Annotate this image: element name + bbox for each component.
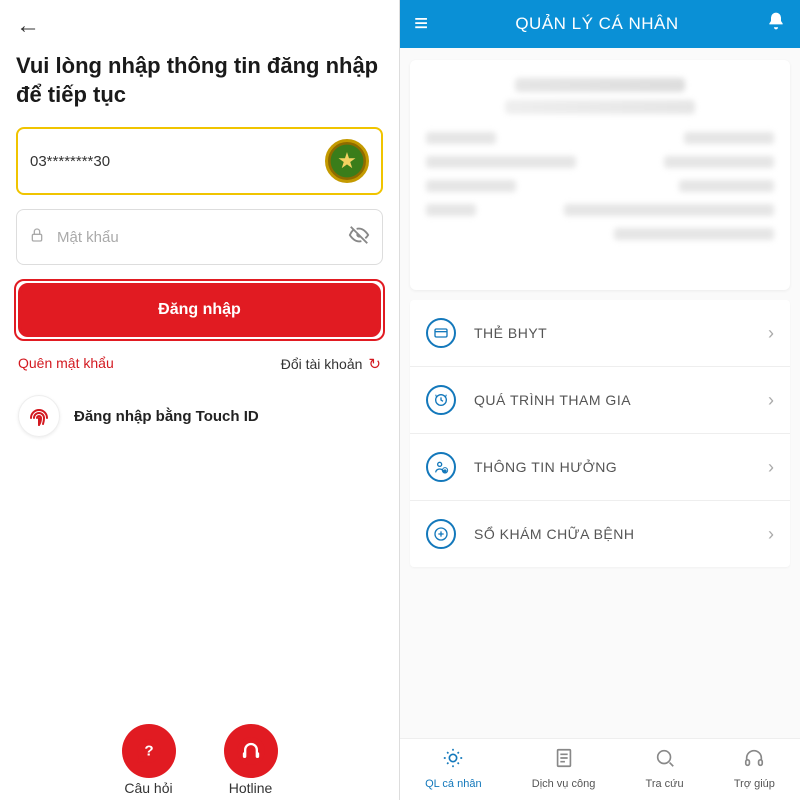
tab-lookup[interactable]: Tra cứu xyxy=(646,747,684,790)
chevron-right-icon: › xyxy=(768,524,774,545)
svg-text:?: ? xyxy=(144,743,153,760)
headset-bubble-icon xyxy=(224,724,278,778)
touch-id-row[interactable]: Đăng nhập bằng Touch ID xyxy=(0,391,399,441)
gear-badge-icon xyxy=(442,747,464,775)
personal-info-card xyxy=(410,60,790,290)
tab-help[interactable]: Trợ giúp xyxy=(734,747,775,790)
menu-list: THẺ BHYT › QUÁ TRÌNH THAM GIA › $ THÔNG … xyxy=(410,300,790,567)
bell-icon[interactable] xyxy=(766,11,786,37)
username-field[interactable]: 03********30 ★ xyxy=(16,127,383,195)
menu-item-medical[interactable]: SỔ KHÁM CHỮA BỆNH › xyxy=(410,501,790,567)
bottom-tabs: QL cá nhân Dịch vụ công Tra cứu Trợ giúp xyxy=(400,738,800,800)
emblem-badge-icon: ★ xyxy=(325,139,369,183)
right-header: ≡ QUẢN LÝ CÁ NHÂN xyxy=(400,0,800,48)
document-icon xyxy=(553,747,575,775)
touch-id-label: Đăng nhập bằng Touch ID xyxy=(74,408,259,425)
profile-screen: ≡ QUẢN LÝ CÁ NHÂN THẺ BHYT › QUÁ TRÌNH T… xyxy=(400,0,800,800)
chevron-right-icon: › xyxy=(768,390,774,411)
chevron-right-icon: › xyxy=(768,457,774,478)
menu-icon[interactable]: ≡ xyxy=(414,10,428,38)
tab-label: Dịch vụ công xyxy=(532,778,596,790)
faq-button[interactable]: ? Câu hỏi xyxy=(122,724,176,796)
menu-item-process[interactable]: QUÁ TRÌNH THAM GIA › xyxy=(410,367,790,434)
tab-service[interactable]: Dịch vụ công xyxy=(532,747,596,790)
user-dollar-icon: $ xyxy=(426,452,456,482)
switch-account-label: Đổi tài khoản xyxy=(281,356,363,372)
back-icon[interactable]: ← xyxy=(16,12,40,39)
question-bubble-icon: ? xyxy=(122,724,176,778)
hotline-label: Hotline xyxy=(229,780,273,796)
menu-label: QUÁ TRÌNH THAM GIA xyxy=(474,392,768,408)
login-title: Vui lòng nhập thông tin đăng nhập để tiế… xyxy=(0,46,399,127)
history-icon xyxy=(426,385,456,415)
card-icon xyxy=(426,318,456,348)
menu-item-benefit[interactable]: $ THÔNG TIN HƯỞNG › xyxy=(410,434,790,501)
tab-label: Trợ giúp xyxy=(734,778,775,790)
search-icon xyxy=(654,747,676,775)
tab-personal[interactable]: QL cá nhân xyxy=(425,747,481,790)
menu-label: SỔ KHÁM CHỮA BỆNH xyxy=(474,526,768,542)
fingerprint-icon xyxy=(18,395,60,437)
left-footer: ? Câu hỏi Hotline xyxy=(0,724,399,800)
tab-label: Tra cứu xyxy=(646,778,684,790)
hotline-button[interactable]: Hotline xyxy=(224,724,278,796)
header-title: QUẢN LÝ CÁ NHÂN xyxy=(428,14,766,34)
chevron-right-icon: › xyxy=(768,323,774,344)
plus-circle-icon xyxy=(426,519,456,549)
password-field[interactable]: Mật khẩu xyxy=(16,209,383,265)
refresh-icon: ↻ xyxy=(368,355,381,373)
password-placeholder: Mật khẩu xyxy=(57,229,348,246)
headset-icon xyxy=(743,747,765,775)
username-value: 03********30 xyxy=(30,153,325,170)
forgot-password-link[interactable]: Quên mật khẩu xyxy=(18,355,114,373)
left-header: ← xyxy=(0,0,399,46)
login-button[interactable]: Đăng nhập xyxy=(20,285,379,335)
tab-label: QL cá nhân xyxy=(425,778,481,790)
login-button-highlight: Đăng nhập xyxy=(14,279,385,341)
menu-label: THÔNG TIN HƯỞNG xyxy=(474,459,768,475)
switch-account-link[interactable]: Đổi tài khoản ↻ xyxy=(281,355,381,373)
menu-item-bhyt[interactable]: THẺ BHYT › xyxy=(410,300,790,367)
eye-off-icon[interactable] xyxy=(348,224,370,251)
lock-icon xyxy=(29,227,47,248)
login-screen: ← Vui lòng nhập thông tin đăng nhập để t… xyxy=(0,0,400,800)
menu-label: THẺ BHYT xyxy=(474,325,768,341)
faq-label: Câu hỏi xyxy=(124,780,172,796)
